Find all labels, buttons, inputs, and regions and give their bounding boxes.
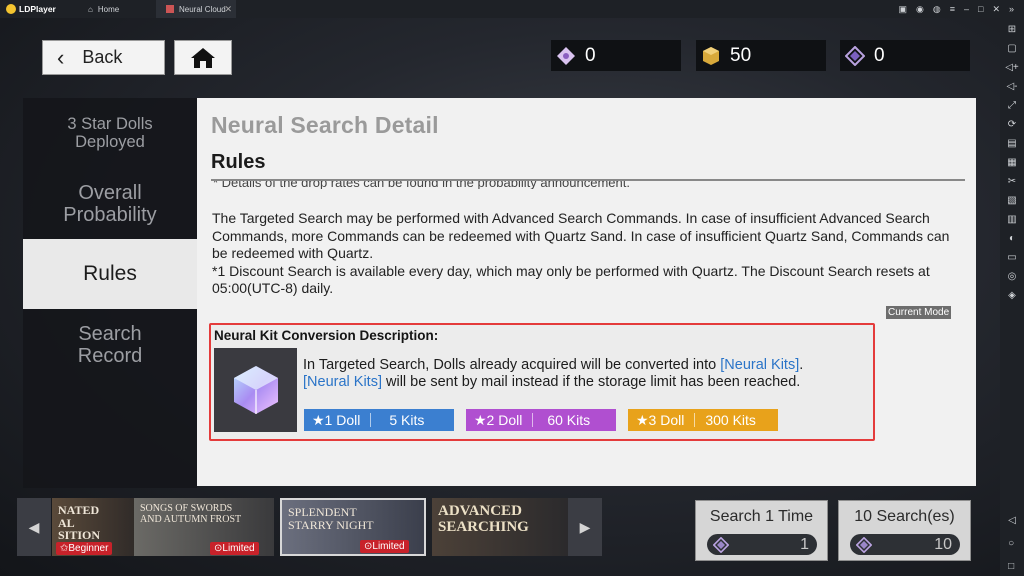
menu-icon[interactable]: ≡ (950, 4, 955, 15)
toolbar-import-icon[interactable]: ▧ (1007, 193, 1016, 208)
app-icon (166, 5, 174, 13)
ldplayer-logo-icon (6, 4, 16, 14)
app-brand: LDPlayer (0, 4, 78, 14)
nav-item-3-star-dolls[interactable]: 3 Star Dolls Deployed (23, 115, 197, 151)
neural-kits-link[interactable]: [Neural Kits] (720, 357, 799, 373)
toolbar-macro-icon[interactable]: ▥ (1007, 212, 1016, 227)
resource-diamond[interactable]: 0 (551, 40, 681, 71)
neural-search-detail-panel: Neural Search Detail Rules * Details of … (197, 98, 976, 486)
house-icon (191, 47, 215, 68)
clipped-text-line: * Details of the drop rates can be found… (213, 181, 630, 189)
settings-icon[interactable]: ◍ (933, 4, 941, 15)
current-mode-badge: Current Mode (886, 306, 952, 319)
chevron-left-icon: ‹ (57, 44, 65, 70)
nav-item-label: 3 Star Dolls Deployed (67, 115, 153, 152)
nav-item-label: Overall Probability (63, 182, 157, 226)
panel-title: Neural Search Detail (211, 112, 439, 138)
resource-quartz[interactable]: 50 (696, 40, 826, 71)
search-10-label: 10 Search(es) (854, 508, 955, 525)
toolbar-volume-down-icon[interactable]: ◁- (1006, 79, 1017, 94)
back-label: Back (82, 47, 123, 67)
diamond-icon (555, 45, 577, 67)
section-heading: Rules (211, 151, 266, 173)
banner-splendent-starry-night[interactable]: SPLENDENT STARRY NIGHT ⊙Limited (280, 498, 426, 556)
android-home-icon[interactable]: ○ (1008, 536, 1016, 551)
search-1-cost: 1 (707, 534, 817, 555)
kit-pill-3-star: ★3 Doll 300 Kits (628, 409, 778, 431)
toolbar-cut-icon[interactable]: ✂ (1008, 174, 1016, 189)
game-screen: ‹ Back 0 50 0 3 Star Dolls Deployed Over… (0, 18, 1000, 576)
neural-kit-conversion-box: Neural Kit Conversion Description: In Ta… (209, 323, 875, 441)
toolbar-shake-icon[interactable]: ◈ (1008, 288, 1016, 303)
neural-kits-link[interactable]: [Neural Kits] (303, 374, 382, 390)
quartz-cube-icon (700, 45, 722, 67)
toolbar-sync-icon[interactable]: ⟳ (1008, 117, 1016, 132)
neural-kit-cube-icon (214, 348, 297, 432)
search-10-times-button[interactable]: 10 Search(es) 10 (838, 500, 971, 561)
toolbar-record-icon[interactable]: ▦ (1007, 155, 1016, 170)
resource-diamond-value: 0 (585, 44, 596, 66)
kit-description: In Targeted Search, Dolls already acquir… (303, 357, 804, 390)
nav-item-label: Rules (83, 262, 137, 285)
banner-beginner[interactable]: NATED AL SITION ✩Beginner (52, 498, 137, 556)
window-controls: ▣ ◉ ◍ ≡ – □ ✕ » (898, 4, 1024, 15)
android-back-icon[interactable]: ◁ (1008, 513, 1016, 528)
detail-nav: 3 Star Dolls Deployed Overall Probabilit… (23, 98, 197, 488)
search-command-icon (856, 536, 872, 553)
toolbar-folder-icon[interactable]: ▭ (1007, 250, 1016, 265)
search-1-label: Search 1 Time (709, 508, 814, 525)
search-10-cost-value: 10 (934, 535, 952, 553)
toolbar-toggle-icon[interactable]: ◐ (1009, 231, 1015, 246)
toolbar-fullscreen-icon[interactable]: ⤢ (1008, 98, 1016, 113)
banner-songs-of-swords[interactable]: SONGS OF SWORDS AND AUTUMN FROST ⊙Limite… (134, 498, 274, 556)
banner-advanced-searching[interactable]: ADVANCED SEARCHING (432, 498, 568, 556)
toolbar-phone-icon[interactable]: ▢ (1007, 41, 1016, 56)
emulator-side-toolbar: ⊞ ▢ ◁+ ◁- ⤢ ⟳ ▤ ▦ ✂ ▧ ▥ ◐ ▭ ◎ ◈ ◁ ○ □ (1000, 18, 1024, 576)
tab-neural-cloud[interactable]: Neural Cloud ✕ (156, 0, 236, 18)
minimize-icon[interactable]: – (964, 4, 969, 15)
search-command-icon (844, 45, 866, 67)
close-window-icon[interactable]: ✕ (992, 4, 1000, 15)
rules-paragraph-2: *1 Discount Search is available every da… (212, 262, 930, 297)
carousel-prev-button[interactable]: ◀ (17, 498, 51, 556)
rules-text[interactable]: The Targeted Search may be performed wit… (212, 210, 960, 298)
chevron-left-icon: ◀ (28, 518, 40, 535)
chevron-right-icon: ▶ (579, 518, 591, 535)
android-recents-icon[interactable]: □ (1008, 559, 1016, 574)
search-10-cost: 10 (850, 534, 960, 555)
rules-paragraph-1: The Targeted Search may be performed wit… (212, 210, 950, 261)
toolbar-location-icon[interactable]: ◎ (1008, 269, 1017, 284)
search-1-cost-value: 1 (800, 535, 809, 553)
toolbar-screenshot-icon[interactable]: ▤ (1007, 136, 1016, 151)
nav-item-label: Search Record (77, 323, 143, 367)
resource-search-command[interactable]: 0 (840, 40, 970, 71)
maximize-icon[interactable]: □ (978, 4, 983, 15)
account-icon[interactable]: ◉ (916, 4, 924, 15)
carousel-next-button[interactable]: ▶ (568, 498, 602, 556)
tab-home[interactable]: ⌂ Home (78, 0, 156, 18)
nav-item-search-record[interactable]: Search Record (23, 323, 197, 367)
search-1-time-button[interactable]: Search 1 Time 1 (695, 500, 828, 561)
kit-pill-2-star: ★2 Doll 60 Kits (466, 409, 616, 431)
emulator-titlebar: LDPlayer ⌂ Home Neural Cloud ✕ ▣ ◉ ◍ ≡ –… (0, 0, 1024, 18)
resource-quartz-value: 50 (730, 44, 752, 66)
home-button[interactable] (174, 40, 232, 75)
app-name: LDPlayer (19, 4, 56, 14)
kit-pill-1-star: ★1 Doll 5 Kits (304, 409, 454, 431)
toolbar-volume-up-icon[interactable]: ◁+ (1005, 60, 1019, 75)
expand-icon[interactable]: » (1009, 4, 1014, 15)
banner-carousel: ◀ NATED AL SITION ✩Beginner SONGS OF SWO… (12, 498, 609, 560)
home-icon: ⌂ (88, 4, 93, 14)
nav-item-overall-probability[interactable]: Overall Probability (23, 182, 197, 226)
tab-home-label: Home (97, 4, 120, 14)
kit-heading: Neural Kit Conversion Description: (214, 328, 439, 343)
back-button[interactable]: ‹ Back (42, 40, 165, 75)
search-command-icon (713, 536, 729, 553)
gamepad-icon[interactable]: ▣ (898, 4, 907, 15)
close-tab-icon[interactable]: ✕ (224, 4, 232, 15)
resource-search-command-value: 0 (874, 44, 885, 66)
toolbar-keyboard-icon[interactable]: ⊞ (1008, 22, 1016, 37)
tab-neural-cloud-label: Neural Cloud (179, 4, 226, 14)
nav-item-rules[interactable]: Rules (23, 239, 197, 309)
